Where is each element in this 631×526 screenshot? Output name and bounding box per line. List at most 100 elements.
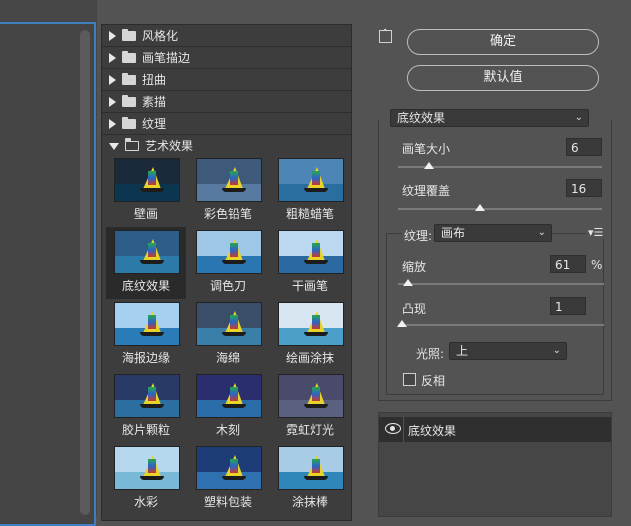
effect-layers-panel: 底纹效果 xyxy=(378,412,612,517)
filter-thumb-15[interactable]: 涂抹棒 xyxy=(270,443,350,515)
scaling-unit: % xyxy=(591,258,603,272)
filter-select[interactable]: 底纹效果 ⌄ xyxy=(390,109,589,127)
eye-icon[interactable] xyxy=(385,423,401,434)
filter-thumb-9[interactable]: 绘画涂抹 xyxy=(270,299,350,371)
filter-thumb-label: 调色刀 xyxy=(209,279,246,293)
filter-preview-image xyxy=(114,446,180,490)
filter-thumb-4[interactable]: 底纹效果 xyxy=(106,227,186,299)
relief-slider-knob[interactable] xyxy=(397,320,408,327)
filter-preview-image xyxy=(278,230,344,274)
chevron-down-icon: ⌄ xyxy=(574,112,583,123)
category-texture[interactable]: 纹理 xyxy=(102,113,351,135)
folder-icon xyxy=(122,116,136,129)
category-label: 素描 xyxy=(142,95,167,109)
filter-thumb-label: 水彩 xyxy=(133,495,158,509)
relief-label: 凸现 xyxy=(402,302,427,316)
filter-select-value: 底纹效果 xyxy=(397,111,446,125)
texture-coverage-slider-knob[interactable] xyxy=(474,204,485,211)
brush-size-label: 画笔大小 xyxy=(402,142,451,156)
texture-select[interactable]: 画布 ⌄ xyxy=(434,224,552,242)
filter-preview-image xyxy=(196,158,262,202)
texture-label: 纹理: xyxy=(402,227,435,244)
light-select[interactable]: 上 ⌄ xyxy=(449,342,567,360)
brush-size-slider-knob[interactable] xyxy=(423,162,434,169)
filter-thumb-label: 粗糙蜡笔 xyxy=(285,207,334,221)
filter-thumb-label: 绘画涂抹 xyxy=(285,351,334,365)
category-label: 纹理 xyxy=(142,117,167,131)
category-label: 风格化 xyxy=(142,29,179,43)
category-brush-strokes[interactable]: 画笔描边 xyxy=(102,47,351,69)
ok-button[interactable]: 确定 xyxy=(407,29,599,55)
category-artistic[interactable]: 艺术效果 xyxy=(102,135,351,156)
filter-thumb-5[interactable]: 调色刀 xyxy=(188,227,268,299)
settings-panel: 确定 默认值 底纹效果 ⌄ 画笔大小 6 纹理覆盖 16 纹理: 画布 ⌄ ▾☰… xyxy=(364,0,631,517)
default-button[interactable]: 默认值 xyxy=(407,65,599,91)
texture-coverage-track[interactable] xyxy=(398,208,602,210)
filter-thumb-6[interactable]: 干画笔 xyxy=(270,227,350,299)
filter-thumb-11[interactable]: 木刻 xyxy=(188,371,268,443)
filter-preview-image xyxy=(196,230,262,274)
filter-thumb-12[interactable]: 霓虹灯光 xyxy=(270,371,350,443)
filter-thumb-13[interactable]: 水彩 xyxy=(106,443,186,515)
folder-icon xyxy=(122,50,136,63)
relief-field[interactable]: 1 xyxy=(550,297,586,315)
category-label: 扭曲 xyxy=(142,73,167,87)
effect-layer-row[interactable]: 底纹效果 xyxy=(379,417,611,442)
filter-thumb-14[interactable]: 塑料包装 xyxy=(188,443,268,515)
filter-thumb-label: 涂抹棒 xyxy=(291,495,328,509)
preview-area[interactable] xyxy=(0,0,97,526)
expand-triangle-icon[interactable] xyxy=(109,52,116,63)
expand-triangle-icon[interactable] xyxy=(109,30,116,41)
scaling-slider-knob[interactable] xyxy=(403,279,414,286)
relief-track[interactable] xyxy=(398,324,604,326)
filter-thumb-label: 壁画 xyxy=(133,207,158,221)
filter-preview-image xyxy=(278,446,344,490)
filter-thumb-7[interactable]: 海报边缘 xyxy=(106,299,186,371)
light-label: 光照: xyxy=(416,347,445,361)
filter-thumb-2[interactable]: 彩色铅笔 xyxy=(188,155,268,227)
invert-checkbox[interactable] xyxy=(403,373,416,386)
expand-triangle-icon[interactable] xyxy=(109,118,116,129)
collapse-triangle-icon[interactable] xyxy=(109,143,119,150)
texture-select-value: 画布 xyxy=(441,226,466,240)
brush-size-field[interactable]: 6 xyxy=(566,138,602,156)
category-distort[interactable]: 扭曲 xyxy=(102,69,351,91)
category-label: 画笔描边 xyxy=(142,51,191,65)
scaling-field[interactable]: 61 xyxy=(550,255,586,273)
filter-thumb-8[interactable]: 海绵 xyxy=(188,299,268,371)
filter-preview-image xyxy=(196,302,262,346)
expand-triangle-icon[interactable] xyxy=(109,96,116,107)
filter-thumb-1[interactable]: 壁画 xyxy=(106,155,186,227)
scaling-label: 缩放 xyxy=(402,260,427,274)
chevron-down-icon: ⌄ xyxy=(552,345,561,356)
filter-preview-image xyxy=(114,374,180,418)
texture-coverage-field[interactable]: 16 xyxy=(566,179,602,197)
folder-icon xyxy=(122,28,136,41)
filter-preview-image xyxy=(278,374,344,418)
invert-label: 反相 xyxy=(421,374,446,388)
chevron-down-icon: ⌄ xyxy=(537,227,546,238)
texture-coverage-label: 纹理覆盖 xyxy=(402,184,451,198)
filter-preview-image xyxy=(114,230,180,274)
filter-thumb-label: 木刻 xyxy=(215,423,240,437)
category-label: 艺术效果 xyxy=(145,139,194,153)
filter-thumb-label: 彩色铅笔 xyxy=(203,207,252,221)
filter-thumb-3[interactable]: 粗糙蜡笔 xyxy=(270,155,350,227)
category-sketch[interactable]: 素描 xyxy=(102,91,351,113)
filter-thumb-label: 海绵 xyxy=(215,351,240,365)
filter-preview-image xyxy=(278,158,344,202)
divider xyxy=(403,417,404,442)
effect-layer-label: 底纹效果 xyxy=(408,424,457,438)
filter-thumb-label: 胶片颗粒 xyxy=(121,423,170,437)
filter-preview-image xyxy=(196,374,262,418)
filter-thumb-label: 塑料包装 xyxy=(203,495,252,509)
light-select-value: 上 xyxy=(456,344,469,358)
filter-thumb-10[interactable]: 胶片颗粒 xyxy=(106,371,186,443)
texture-menu-icon[interactable]: ▾☰ xyxy=(586,226,606,239)
preview-scrollbar[interactable] xyxy=(80,30,90,515)
expand-triangle-icon[interactable] xyxy=(109,74,116,85)
folder-icon xyxy=(122,72,136,85)
category-stylize[interactable]: 风格化 xyxy=(102,25,351,47)
collapse-icon[interactable] xyxy=(379,28,392,43)
scaling-track[interactable] xyxy=(398,283,604,285)
